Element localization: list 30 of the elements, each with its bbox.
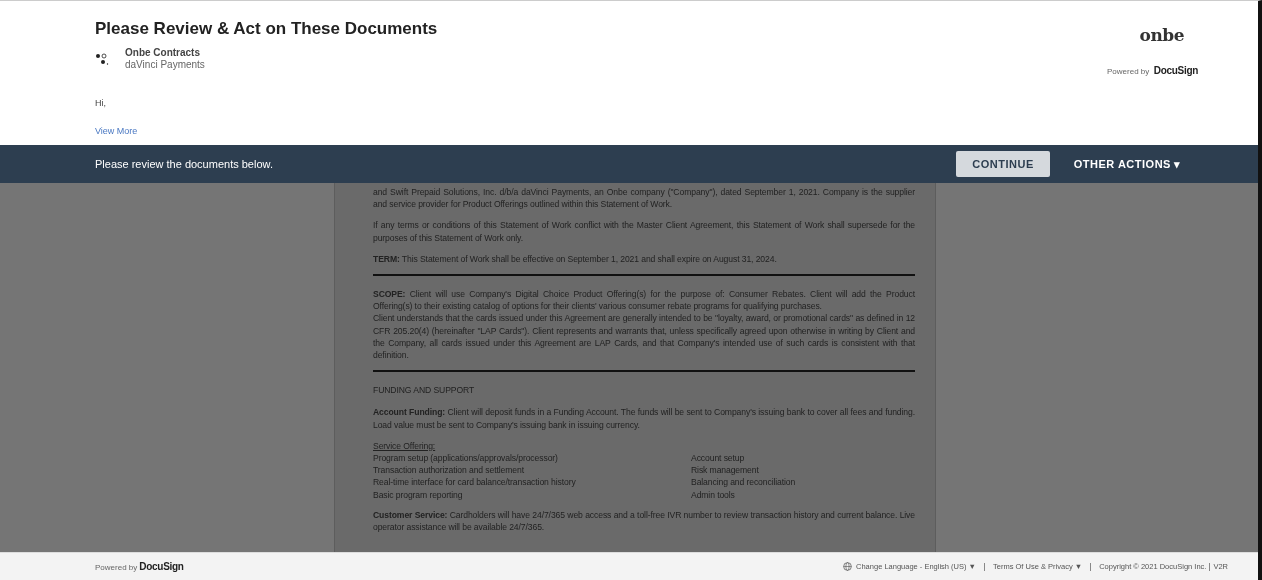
- sender-name: Onbe Contracts: [125, 47, 201, 60]
- list-item: Risk management: [691, 464, 759, 477]
- section-heading: FUNDING AND SUPPORT: [373, 384, 476, 397]
- brand-logo: onbe: [1139, 24, 1184, 47]
- list-item: Basic program reporting: [373, 488, 464, 501]
- list-item: Admin tools: [691, 488, 735, 501]
- view-more-link[interactable]: View More: [95, 124, 138, 139]
- powered-by-text: Powered by: [95, 563, 138, 572]
- sender-company: daVinci Payments: [125, 59, 205, 72]
- powered-by-text: Powered by: [1107, 66, 1150, 76]
- list-item: Transaction authorization and settlement: [373, 464, 525, 477]
- list-item: Account setup: [691, 452, 745, 465]
- page-title: Please Review & Act on These Documents: [95, 19, 438, 40]
- document-paragraph: Customer Service: Cardholders will have 24/7/365 web access and a toll-free IVR number to review transaction history and current balance. Live operator assistance will be available 24/7/365.: [373, 508, 915, 534]
- list-item: Real-time interface for card balance/transaction history: [373, 476, 577, 489]
- globe-icon: [843, 562, 853, 571]
- document-paragraph: If any terms or conditions of this Statement of Work conflict with the Master Client Agreement, this Statement of Work shall supersede for the purposes of this Statement of Work only.: [373, 219, 915, 244]
- action-bar-message: Please review the documents below.: [95, 156, 273, 172]
- docusign-logo: DocuSign: [1153, 64, 1198, 76]
- list-item: Balancing and reconciliation: [691, 476, 796, 489]
- list-title: Service Offering:: [373, 439, 437, 453]
- document-paragraph: TERM: This Statement of Work shall be effective on September 1, 2021 and shall expire on August 31, 2024.: [373, 252, 778, 265]
- continue-button[interactable]: CONTINUE: [956, 150, 1050, 178]
- document-paragraph: SCOPE: Client will use Company's Digital Choice Product Offering(s) for the purpose of: Consumer Rebates. Client will add the Product Offering(s) to their existing catalog of options for their clients' various consumer rebate programs for qualifying purchases.: [373, 288, 915, 313]
- sender-logo-icon: [95, 52, 109, 67]
- greeting-text: Hi,: [95, 97, 107, 111]
- docusign-logo: DocuSign: [139, 561, 184, 572]
- list-item: Program setup (applications/approvals/processor): [373, 452, 559, 465]
- document-paragraph: and Swift Prepaid Solutions, Inc. d/b/a daVinci Payments, an Onbe company ("Company"), dated September 1, 2021. Company is the supplier and service provider for Product Offerings outlined within this Statement of Work.: [373, 186, 915, 211]
- other-actions-button[interactable]: OTHER ACTIONS ▾: [1061, 150, 1193, 178]
